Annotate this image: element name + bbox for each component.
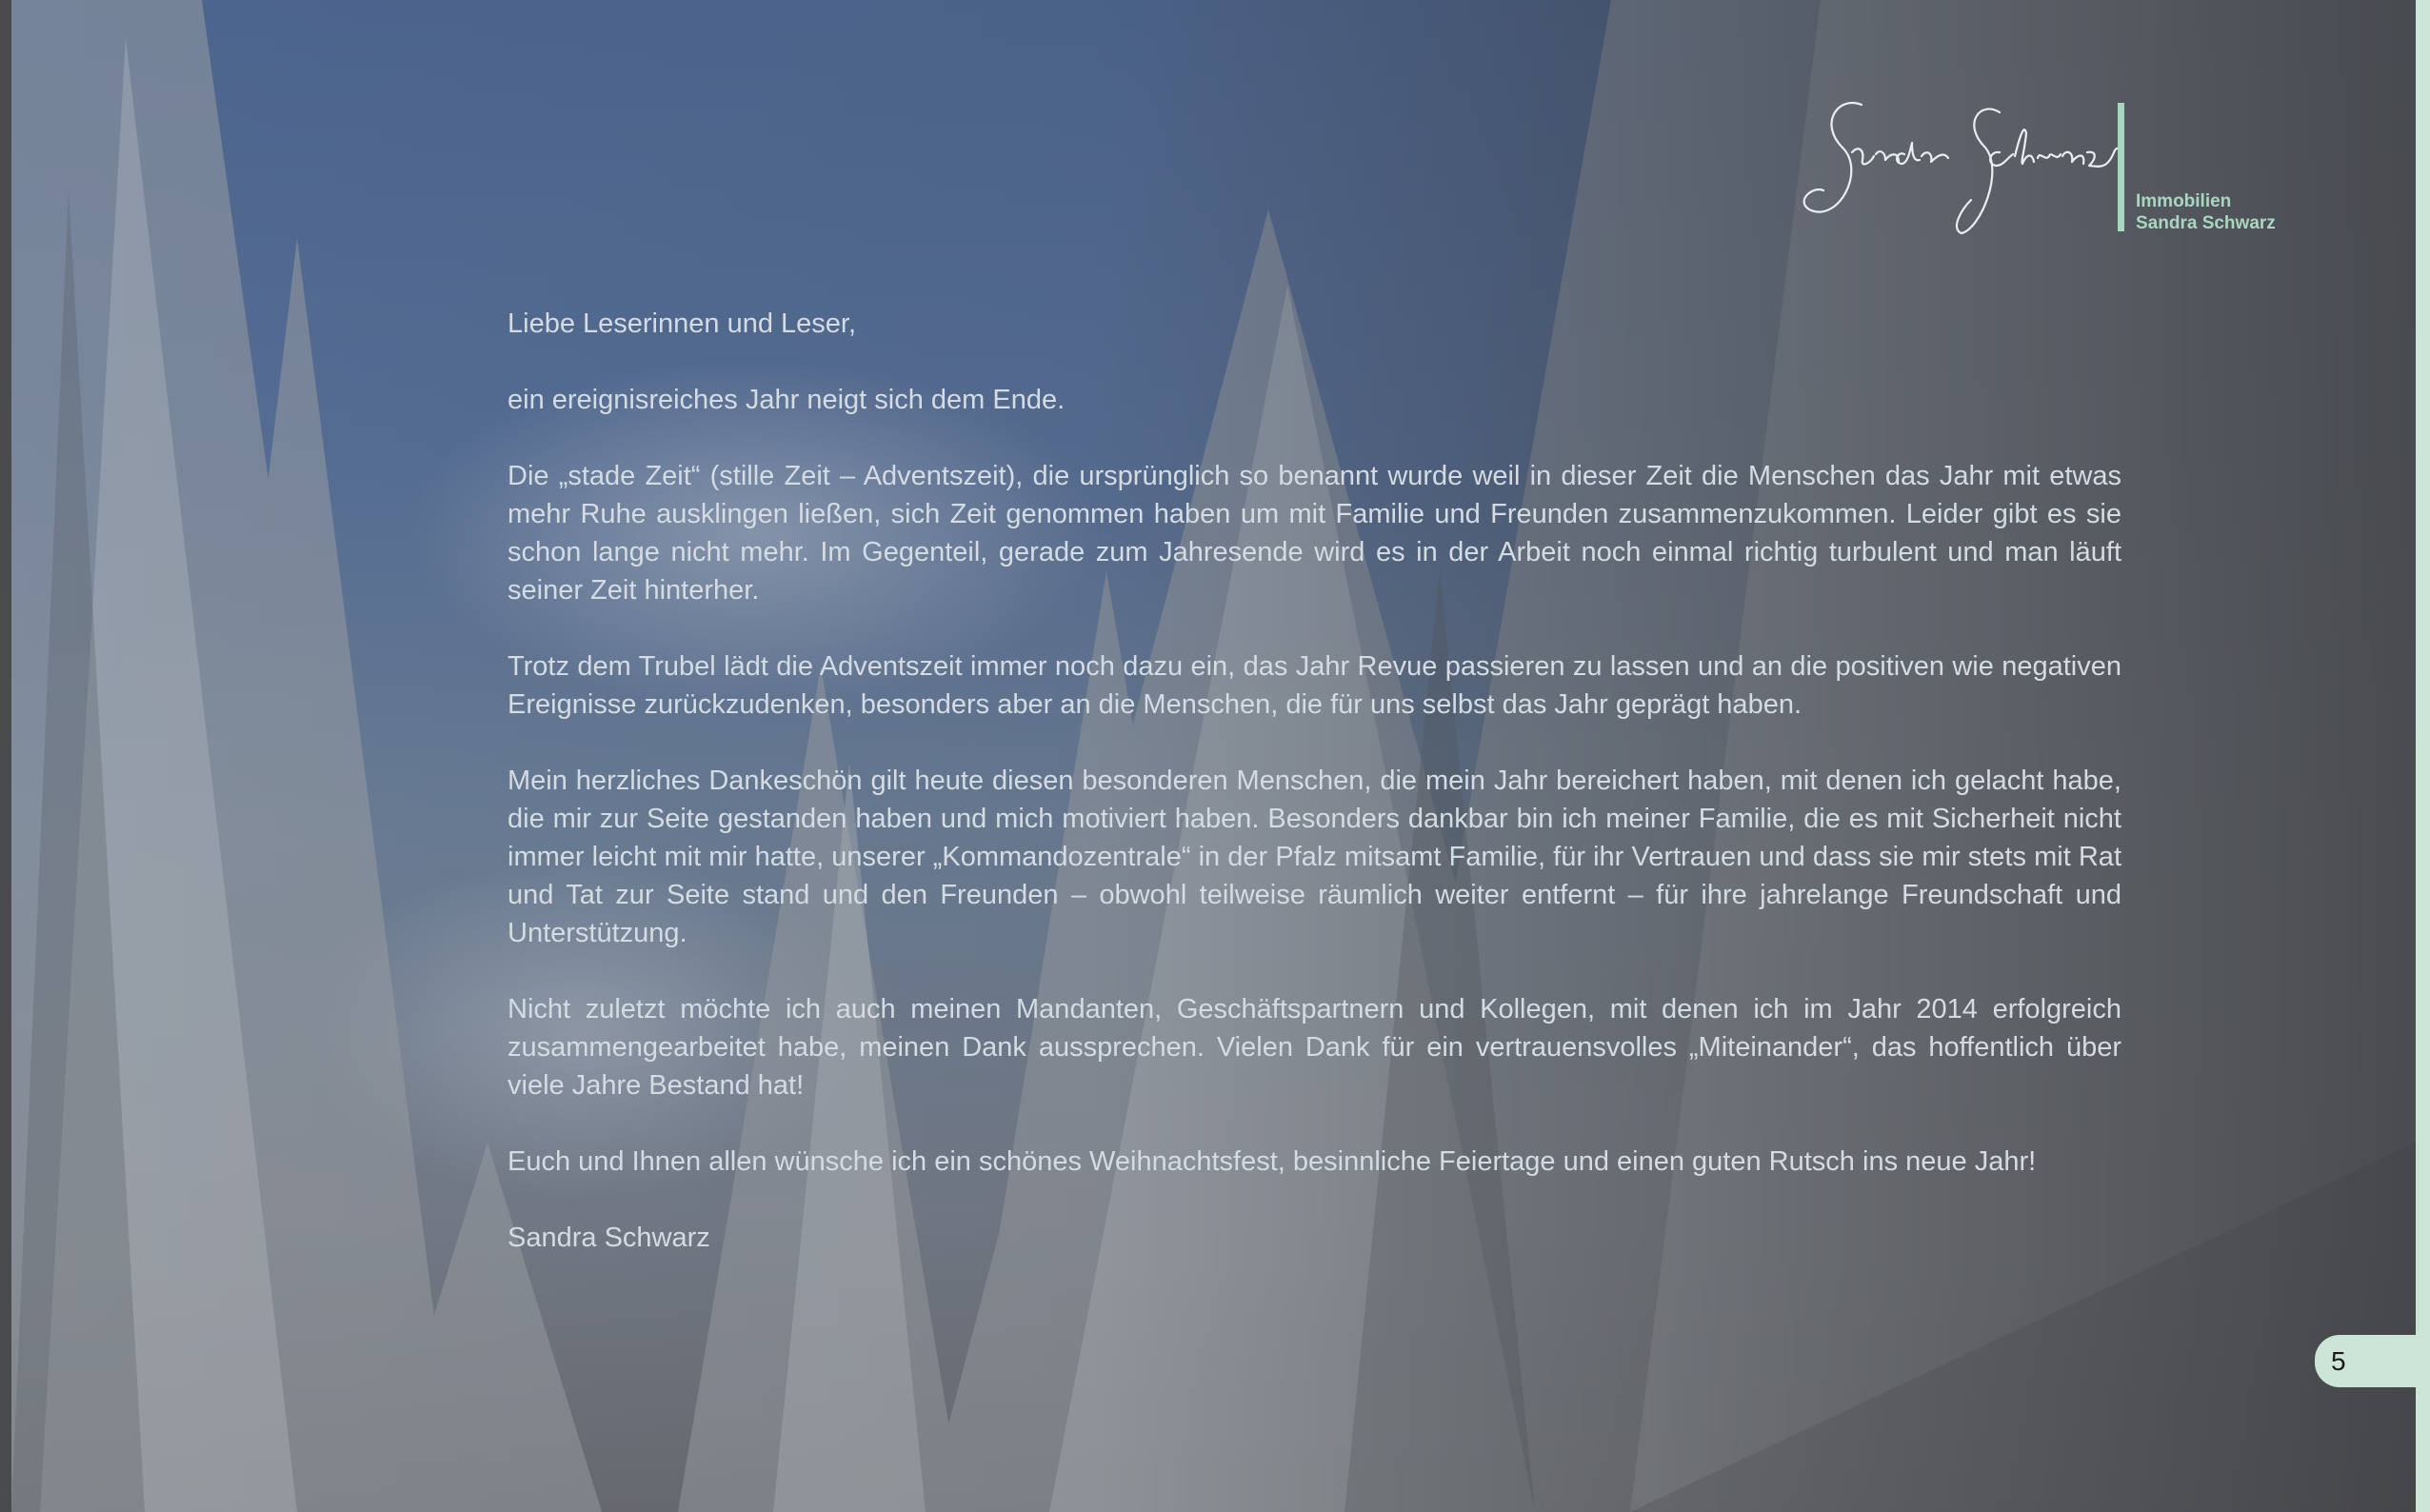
right-accent-strip [2416, 0, 2430, 1512]
letter-paragraph: Die „stade Zeit“ (stille Zeit – Adventsz… [508, 461, 2121, 606]
letter-paragraph: Euch und Ihnen allen wünsche ich ein sch… [508, 1146, 2037, 1177]
left-page-edge [0, 0, 11, 1512]
letter-paragraph: ein ereignisreiches Jahr neigt sich dem … [508, 385, 1066, 415]
page-number: 5 [2331, 1346, 2346, 1376]
company-name: Immobilien Sandra Schwarz [2136, 190, 2276, 234]
letter-paragraph: Mein herzliches Dankeschön gilt heute di… [508, 766, 2121, 948]
letter-paragraph: Nicht zuletzt möchte ich auch meinen Man… [508, 994, 2121, 1101]
letter-body: Liebe Leserinnen und Leser, ein ereignis… [508, 305, 2121, 1257]
logo-divider-bar [2118, 103, 2124, 231]
company-name-line1: Immobilien [2136, 191, 2232, 211]
document-page: Immobilien Sandra Schwarz Liebe Leserinn… [0, 0, 2430, 1512]
company-name-line2: Sandra Schwarz [2136, 213, 2276, 233]
letter-signoff: Sandra Schwarz [508, 1223, 710, 1253]
letter-salutation: Liebe Leserinnen und Leser, [508, 308, 857, 339]
letter-paragraph: Trotz dem Trubel lädt die Adventszeit im… [508, 651, 2121, 720]
